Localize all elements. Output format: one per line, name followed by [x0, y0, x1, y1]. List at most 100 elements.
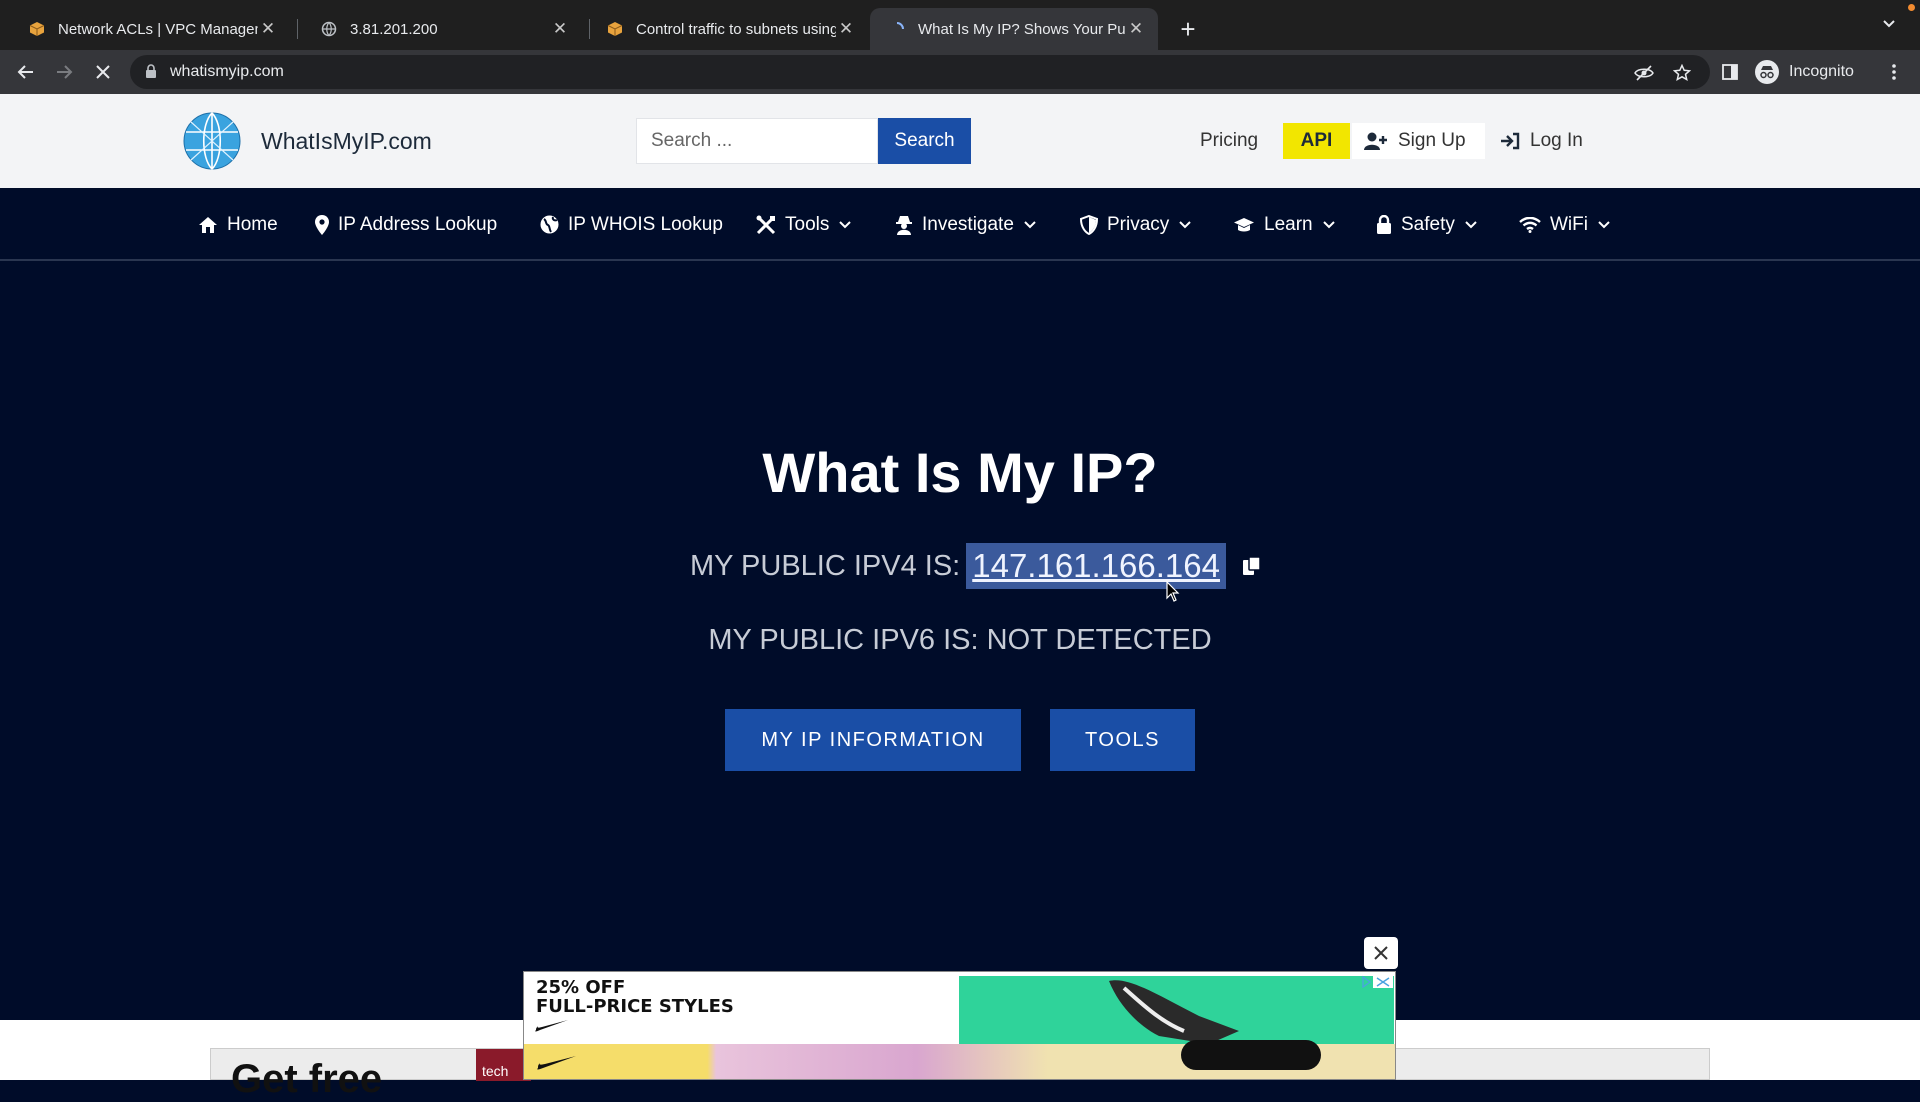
ad-headline: 25% OFF FULL-PRICE STYLES	[536, 978, 734, 1016]
browser-tab-active[interactable]: What Is My IP? Shows Your Pu ✕	[870, 8, 1158, 50]
profile-label: Incognito	[1789, 63, 1854, 80]
incognito-icon	[1755, 60, 1779, 84]
chevron-down-icon	[1465, 220, 1477, 229]
globe-icon	[320, 20, 338, 38]
ad-headline-line: FULL-PRICE STYLES	[536, 996, 734, 1017]
ipv6-label: MY PUBLIC IPV6 IS:	[708, 624, 979, 656]
kebab-menu-icon[interactable]	[1880, 58, 1908, 86]
brand-name[interactable]: WhatIsMyIP.com	[261, 128, 432, 155]
lock-icon[interactable]	[145, 64, 157, 84]
new-tab-button[interactable]: +	[1173, 14, 1203, 44]
loading-spinner-icon	[888, 20, 906, 38]
eye-slash-icon[interactable]	[1634, 63, 1654, 83]
ipv4-row: MY PUBLIC IPV4 IS: 147.161.166.164	[690, 542, 1262, 602]
recording-indicator-icon	[1908, 4, 1915, 11]
tools-button[interactable]: TOOLS	[1050, 709, 1195, 771]
chevron-down-icon	[1024, 220, 1036, 229]
my-ip-information-button[interactable]: MY IP INFORMATION	[725, 709, 1021, 771]
lock-icon	[1376, 214, 1392, 235]
ipv6-row: MY PUBLIC IPV6 IS: NOT DETECTED	[0, 624, 1920, 657]
ad-headline-line: 25% OFF	[536, 977, 626, 998]
ipv6-value: NOT DETECTED	[986, 624, 1212, 656]
nav-label: Investigate	[922, 213, 1014, 235]
browser-tab[interactable]: Network ACLs | VPC Managem ✕	[10, 8, 290, 50]
detective-icon	[895, 215, 913, 235]
star-icon[interactable]	[1672, 63, 1692, 83]
close-icon[interactable]: ✕	[258, 19, 278, 39]
nav-item-tools[interactable]: Tools	[756, 188, 852, 261]
ad-product-image	[959, 976, 1394, 1046]
copy-icon[interactable]	[1242, 555, 1262, 577]
stop-loading-icon[interactable]	[89, 58, 117, 86]
ad-close-button[interactable]	[1364, 937, 1398, 969]
search-input[interactable]	[636, 118, 878, 164]
aws-box-icon	[28, 20, 46, 38]
tab-title: Network ACLs | VPC Managem	[58, 20, 258, 38]
swoosh-logo-icon	[536, 1054, 578, 1075]
tab-separator	[297, 19, 298, 39]
chevron-down-icon	[1179, 220, 1192, 229]
tab-title: 3.81.201.200	[350, 20, 438, 38]
close-icon[interactable]: ✕	[550, 19, 570, 39]
tab-search-chevron-icon[interactable]	[1882, 16, 1896, 32]
log-in-link[interactable]: Log In	[1500, 118, 1583, 164]
close-icon[interactable]: ✕	[1126, 19, 1146, 39]
tab-title: Control traffic to subnets using	[636, 20, 836, 38]
graduation-cap-icon	[1233, 217, 1255, 233]
nav-item-learn[interactable]: Learn	[1233, 188, 1335, 261]
nav-label: Privacy	[1107, 213, 1170, 235]
site-header: WhatIsMyIP.com Search Pricing API Sign U…	[0, 94, 1920, 188]
sign-up-button[interactable]: Sign Up	[1352, 123, 1485, 159]
url-text: whatismyip.com	[170, 63, 284, 80]
globe-logo-icon[interactable]	[183, 112, 241, 170]
map-pin-icon	[315, 214, 329, 235]
nav-label: WiFi	[1550, 213, 1588, 235]
sign-in-icon	[1500, 132, 1520, 150]
tab-title: What Is My IP? Shows Your Pu	[918, 20, 1126, 38]
forward-arrow-icon[interactable]	[50, 58, 78, 86]
browser-tab[interactable]: 3.81.201.200 ✕	[302, 8, 582, 50]
ad-shop-button[interactable]	[1181, 1040, 1321, 1070]
page-title: What Is My IP?	[762, 441, 1158, 504]
log-in-label: Log In	[1530, 130, 1583, 151]
mouse-cursor-icon	[1166, 578, 1180, 611]
close-icon[interactable]: ✕	[836, 19, 856, 39]
user-plus-icon	[1364, 131, 1388, 151]
nav-item-investigate[interactable]: Investigate	[895, 188, 1036, 261]
nav-label: Tools	[785, 213, 830, 235]
side-panel-icon[interactable]	[1716, 58, 1744, 86]
tools-icon	[756, 215, 776, 235]
shield-icon	[1080, 214, 1098, 235]
chevron-down-icon	[839, 220, 852, 229]
nav-label: Home	[227, 213, 278, 235]
nav-item-ip-address-lookup[interactable]: IP Address Lookup	[315, 188, 497, 261]
search-button[interactable]: Search	[878, 118, 971, 164]
browser-tab[interactable]: Control traffic to subnets using ✕	[588, 8, 868, 50]
main-nav: Home IP Address Lookup IP WHOIS Lookup T…	[0, 188, 1920, 261]
chevron-down-icon	[1598, 220, 1610, 229]
nav-label: Learn	[1264, 213, 1313, 235]
nav-item-ip-whois-lookup[interactable]: IP WHOIS Lookup	[540, 188, 723, 261]
ipv4-address[interactable]: 147.161.166.164	[966, 543, 1226, 589]
ipv4-label: MY PUBLIC IPV4 IS:	[690, 549, 961, 582]
browser-toolbar: whatismyip.com Incognito	[0, 50, 1920, 94]
sticky-ad-banner[interactable]: 25% OFF FULL-PRICE STYLES	[523, 971, 1396, 1080]
nav-item-safety[interactable]: Safety	[1376, 188, 1477, 261]
swoosh-logo-icon	[534, 1018, 570, 1037]
nav-label: IP Address Lookup	[338, 213, 498, 235]
chevron-down-icon	[1322, 220, 1335, 229]
address-bar[interactable]: whatismyip.com	[130, 55, 1710, 89]
api-button[interactable]: API	[1283, 123, 1350, 159]
nav-item-wifi[interactable]: WiFi	[1519, 188, 1610, 261]
pricing-link[interactable]: Pricing	[1200, 118, 1258, 164]
adchoices-icon[interactable]	[1360, 974, 1394, 990]
globe-icon	[540, 215, 559, 234]
nav-item-home[interactable]: Home	[198, 188, 278, 261]
home-icon	[198, 216, 218, 234]
back-arrow-icon[interactable]	[12, 58, 40, 86]
nav-item-privacy[interactable]: Privacy	[1080, 188, 1192, 261]
aws-box-icon	[606, 20, 624, 38]
wifi-icon	[1519, 216, 1541, 233]
browser-tab-strip: Network ACLs | VPC Managem ✕ 3.81.201.20…	[0, 0, 1920, 50]
incognito-profile[interactable]: Incognito	[1755, 55, 1854, 89]
